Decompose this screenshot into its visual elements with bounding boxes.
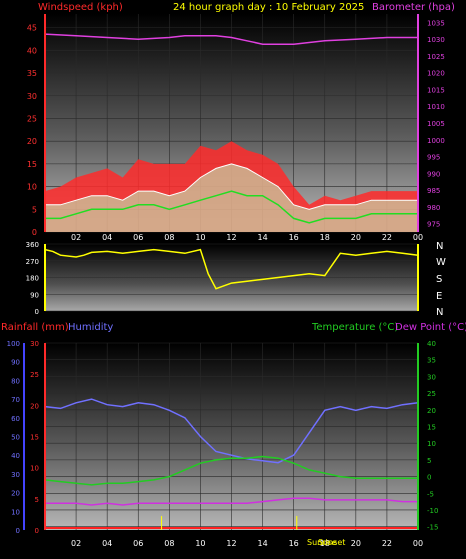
temperature-tick-label: 15 [427,423,436,431]
wind-x-tick-label: 18 [320,233,330,242]
compass-n-top: N [436,241,443,252]
temp-x-tick-label: 20 [351,539,361,548]
wind-x-tick-label: 00 [413,233,423,242]
rainfall-tick-label: 25 [30,371,39,379]
barometer-tick-label: 1020 [427,70,445,78]
rainfall-tick-label: 0 [35,527,39,535]
wind-x-tick-label: 20 [351,233,361,242]
windspeed-axis-title: Windspeed (kph) [38,2,123,13]
direction-tick-label: 90 [30,291,39,299]
rainfall-tick-label: 5 [35,496,39,504]
windspeed-tick-label: 30 [27,92,37,101]
temp-x-tick-label: 06 [133,539,143,548]
direction-tick-label: 270 [26,258,39,266]
temp-x-tick-label: 04 [102,539,112,548]
humidity-tick-label: 60 [11,415,20,423]
temperature-tick-label: 20 [427,407,436,415]
barometer-tick-label: 1030 [427,36,445,44]
humidity-tick-label: 80 [11,377,20,385]
weather-graph-page: Windspeed (kph) 24 hour graph day : 10 F… [0,0,466,555]
compass-w: W [436,257,446,268]
windspeed-tick-label: 40 [27,46,37,55]
barometer-tick-label: 1010 [427,103,445,111]
temperature-tick-label: 40 [427,340,436,348]
compass-e: E [436,291,442,302]
humidity-tick-label: 40 [11,452,20,460]
wind-x-tick-label: 10 [195,233,205,242]
rainfall-tick-label: 20 [30,402,39,410]
windspeed-tick-label: 15 [27,160,37,169]
barometer-tick-label: 985 [427,187,440,195]
barometer-tick-label: 995 [427,154,440,162]
weather-charts: Windspeed (kph) 24 hour graph day : 10 F… [1,2,466,548]
direction-tick-label: 180 [26,275,39,283]
windspeed-tick-label: 35 [27,69,37,78]
rainfall-tick-label: 15 [30,434,39,442]
humidity-axis-title: Humidity [68,322,113,333]
windspeed-tick-label: 45 [27,24,37,33]
compass-s: S [436,274,442,285]
barometer-axis-title: Barometer (hpa) [372,2,455,13]
temp-x-tick-label: 22 [382,539,392,548]
windspeed-tick-label: 25 [27,114,37,123]
barometer-tick-label: 1025 [427,53,445,61]
temp-x-tick-label: 14 [257,539,267,548]
barometer-tick-label: 1015 [427,86,445,94]
temperature-tick-label: 25 [427,390,436,398]
temperature-tick-label: 10 [427,440,436,448]
chart-title: 24 hour graph day : 10 February 2025 [173,2,364,13]
rainfall-axis-title: Rainfall (mm) [1,322,69,333]
wind-x-tick-label: 16 [289,233,299,242]
temp-x-tick-label: 10 [195,539,205,548]
wind-x-tick-label: 12 [226,233,236,242]
humidity-tick-label: 30 [11,471,20,479]
temp-x-tick-label: 08 [164,539,174,548]
direction-tick-label: 0 [35,308,39,316]
humidity-tick-label: 70 [11,396,20,404]
temperature-tick-label: -5 [427,490,434,498]
temperature-tick-label: 30 [427,373,436,381]
wind-x-tick-label: 02 [71,233,81,242]
wind-x-tick-label: 04 [102,233,112,242]
direction-tick-label: 360 [26,241,39,249]
temperature-tick-label: 0 [427,474,431,482]
rainfall-tick-label: 10 [30,465,39,473]
humidity-tick-label: 10 [11,508,20,516]
windspeed-tick-label: 20 [27,137,37,146]
wind-x-tick-label: 08 [164,233,174,242]
dew-point-axis-title: Dew Point (°C) [395,322,466,333]
temp-x-tick-label: 02 [71,539,81,548]
wind-x-tick-label: 22 [382,233,392,242]
windspeed-tick-label: 5 [32,205,37,214]
barometer-tick-label: 980 [427,204,440,212]
barometer-tick-label: 975 [427,221,440,229]
temperature-tick-label: -10 [427,507,438,515]
humidity-tick-label: 0 [16,527,20,535]
temperature-tick-label: -15 [427,524,438,532]
wind-x-tick-label: 06 [133,233,143,242]
wind-x-tick-label: 14 [257,233,267,242]
windspeed-tick-label: 0 [32,228,37,237]
humidity-tick-label: 20 [11,490,20,498]
temperature-axis-title: Temperature (°C) [311,322,398,333]
barometer-tick-label: 1005 [427,120,445,128]
temp-x-tick-label: 00 [413,539,423,548]
sunset-label: Sunset [318,538,345,547]
humidity-tick-label: 100 [7,340,20,348]
barometer-tick-label: 990 [427,170,440,178]
temp-x-tick-label: 12 [226,539,236,548]
temperature-tick-label: 5 [427,457,431,465]
barometer-tick-label: 1035 [427,19,445,27]
rainfall-tick-label: 30 [30,340,39,348]
temp-x-tick-label: 16 [289,539,299,548]
windspeed-tick-label: 10 [27,183,37,192]
humidity-tick-label: 90 [11,359,20,367]
barometer-tick-label: 1000 [427,137,445,145]
temperature-tick-label: 35 [427,357,436,365]
humidity-tick-label: 50 [11,434,20,442]
compass-n-bottom: N [436,307,443,318]
